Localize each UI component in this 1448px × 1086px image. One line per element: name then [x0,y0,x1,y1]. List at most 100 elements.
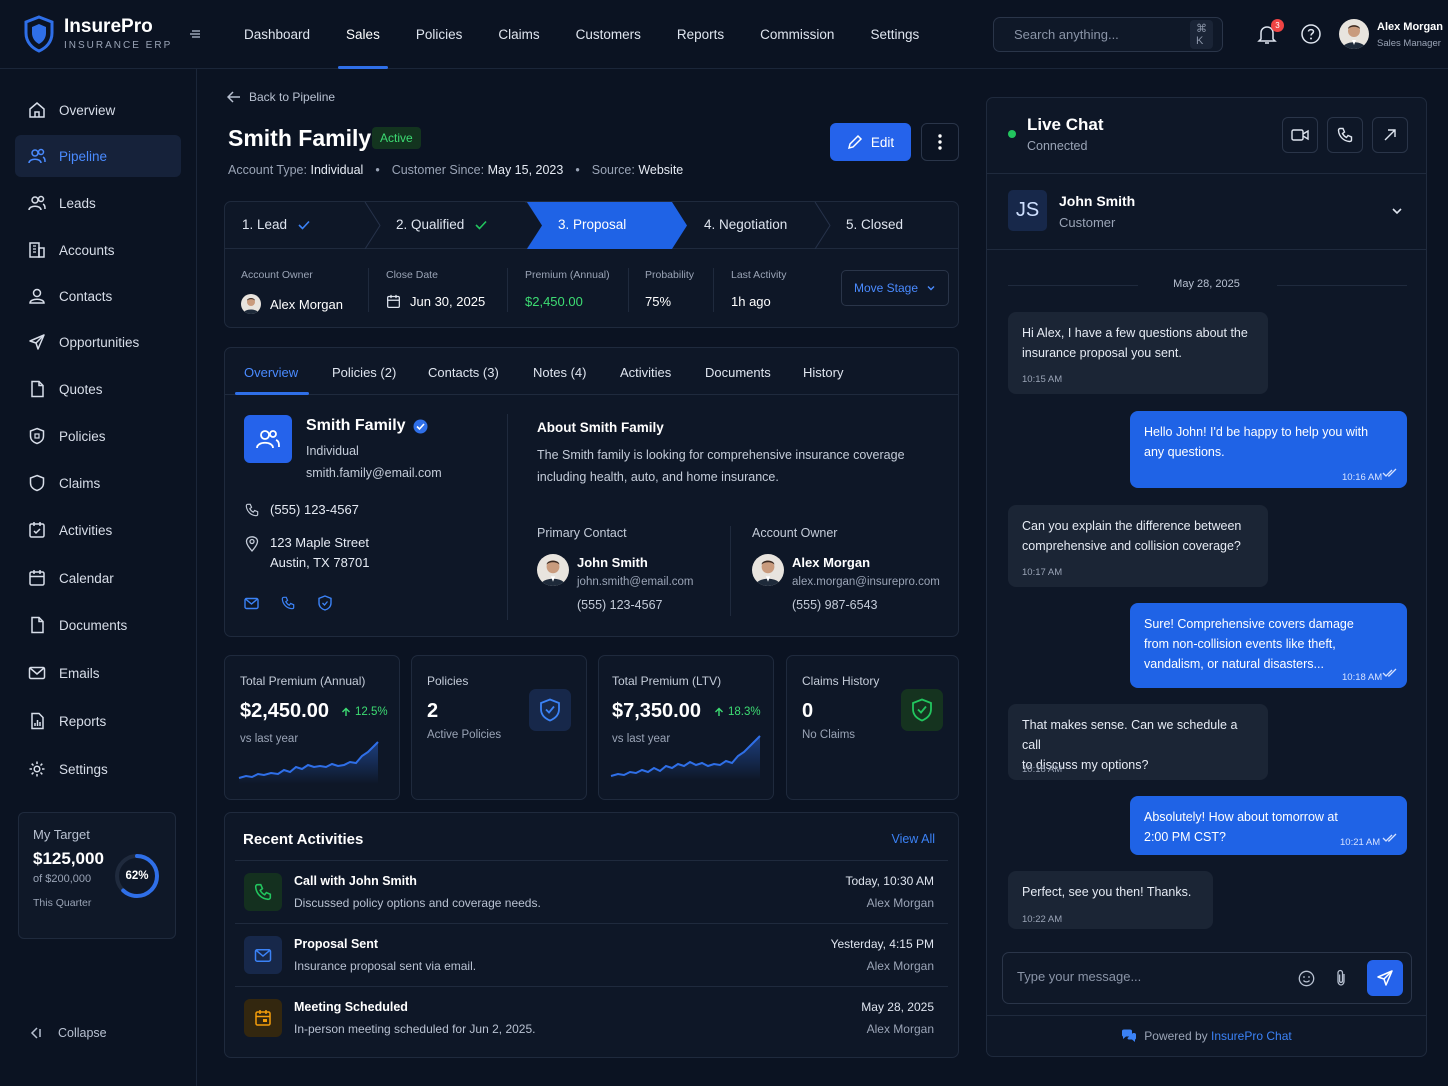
tab-activities[interactable]: Activities [620,365,671,380]
stage-proposal[interactable]: 3. Proposal [558,217,626,232]
sidebar-item-settings[interactable]: Settings [15,748,181,790]
search-shortcut: ⌘ K [1190,20,1213,49]
sidebar-item-documents[interactable]: Documents [15,604,181,646]
sidebar-item-quotes[interactable]: Quotes [15,368,181,410]
tab-overview[interactable]: Overview [244,365,298,380]
account-owner-label: Account Owner [241,269,313,281]
profile-email: smith.family@email.com [306,466,442,480]
stage-label: 1. Lead [242,217,288,232]
paperclip-icon[interactable] [1335,969,1347,987]
sidebar-item-emails[interactable]: Emails [15,652,181,694]
sidebar-item-pipeline[interactable]: Pipeline [15,135,181,177]
tab-documents[interactable]: Documents [705,365,771,380]
double-check-icon [1382,468,1397,477]
activity-owner: Alex Morgan [866,896,934,910]
nav-dashboard[interactable]: Dashboard [226,0,328,69]
activity-time: May 28, 2025 [861,1000,934,1014]
help-icon[interactable] [1300,23,1322,45]
sidebar-item-claims[interactable]: Claims [15,462,181,504]
global-search[interactable]: ⌘ K [993,17,1223,52]
chevron-down-icon[interactable] [1391,205,1403,217]
nav-policies[interactable]: Policies [398,0,481,69]
nav-claims[interactable]: Claims [480,0,557,69]
voice-call-button[interactable] [1327,117,1363,153]
sidebar-item-overview[interactable]: Overview [15,89,181,131]
sidebar-item-opportunities[interactable]: Opportunities [15,321,181,363]
stat-title: Total Premium (LTV) [612,674,722,688]
home-icon [27,100,47,120]
search-input[interactable] [1014,27,1190,42]
edit-button[interactable]: Edit [830,123,911,161]
user-name: Alex Morgan [1377,21,1444,33]
activity-call-icon-box [244,873,282,911]
owner-avatar [241,294,261,314]
chat-message-outgoing: Absolutely! How about tomorrow at 2:00 P… [1130,796,1407,855]
stat-card-total-premium-annual: Total Premium (Annual) $2,450.00 12.5% v… [224,655,400,800]
stage-lead[interactable]: 1. Lead [242,217,311,232]
message-text: comprehensive and collision coverage? [1022,539,1241,553]
pop-out-chat-button[interactable] [1372,117,1408,153]
user-avatar[interactable] [1339,19,1369,49]
activity-item[interactable]: Call with John Smith Discussed policy op… [235,860,948,923]
contact-name: John Smith [1059,193,1136,209]
sidebar-item-reports[interactable]: Reports [15,700,181,742]
sidebar-item-label: Pipeline [59,148,108,164]
meta-separator: • [375,163,380,177]
stage-negotiation[interactable]: 4. Negotiation [704,217,787,232]
sidebar-item-policies[interactable]: Policies [15,415,181,457]
back-to-pipeline-link[interactable]: Back to Pipeline [227,90,335,104]
sidebar-item-leads[interactable]: Leads [15,182,181,224]
recent-activities-panel: Recent Activities View All Call with Joh… [224,812,959,1058]
stat-delta: 12.5% [341,706,388,718]
tab-history[interactable]: History [803,365,843,380]
nav-settings[interactable]: Settings [852,0,937,69]
overview-panel: Overview Policies (2) Contacts (3) Notes… [224,347,959,637]
divider [628,268,629,312]
tab-notes[interactable]: Notes (4) [533,365,586,380]
account-owner-email[interactable]: alex.morgan@insurepro.com [792,576,940,588]
profile-address-line2: Austin, TX 78701 [270,555,370,570]
stat-value: $7,350.00 [612,700,701,722]
mail-icon[interactable] [244,597,259,610]
activity-item[interactable]: Meeting Scheduled In-person meeting sche… [235,986,948,1049]
video-call-button[interactable] [1282,117,1318,153]
shield-check-icon [912,698,932,722]
nav-reports[interactable]: Reports [659,0,742,69]
brand-logo[interactable]: InsurePro INSURANCE ERP [24,15,172,53]
pipeline-stage-panel: 1. Lead 2. Qualified 3. Proposal 4. Nego… [224,201,959,328]
profile-divider [507,414,508,620]
about-text-line2: including health, auto, and home insuran… [537,470,779,484]
shield-icon [540,698,560,722]
activity-item[interactable]: Proposal Sent Insurance proposal sent vi… [235,923,948,986]
close-date-value: Jun 30, 2025 [386,294,485,309]
tab-policies[interactable]: Policies (2) [332,365,396,380]
sidebar-item-accounts[interactable]: Accounts [15,229,181,271]
view-all-link[interactable]: View All [891,832,935,846]
sidebar-item-calendar[interactable]: Calendar [15,557,181,599]
video-camera-icon [1291,129,1309,141]
stage-qualified[interactable]: 2. Qualified [396,217,488,232]
powered-by-brand[interactable]: InsurePro Chat [1211,1029,1292,1043]
nav-customers[interactable]: Customers [558,0,659,69]
chat-message-input[interactable] [1017,969,1277,984]
tab-contacts[interactable]: Contacts (3) [428,365,499,380]
menu-collapse-icon[interactable] [189,27,203,41]
sidebar-item-contacts[interactable]: Contacts [15,275,181,317]
chat-contact-header[interactable]: JS John Smith Customer [987,173,1426,250]
shield-icon[interactable] [318,595,332,611]
primary-contact-label: Primary Contact [537,526,627,540]
move-stage-dropdown[interactable]: Move Stage [841,270,949,306]
sidebar-item-activities[interactable]: Activities [15,509,181,551]
send-message-button[interactable] [1367,960,1403,996]
collapse-arrow-icon [30,1027,41,1039]
shield-logo-icon [24,15,54,53]
collapse-sidebar-button[interactable]: Collapse [28,1025,107,1041]
more-options-button[interactable] [921,123,959,161]
emoji-icon[interactable] [1298,970,1315,987]
divider [713,268,714,312]
phone-icon[interactable] [281,596,295,610]
primary-contact-email[interactable]: john.smith@email.com [577,576,694,588]
stage-closed[interactable]: 5. Closed [846,217,903,232]
nav-commission[interactable]: Commission [742,0,852,69]
nav-sales[interactable]: Sales [328,0,398,69]
